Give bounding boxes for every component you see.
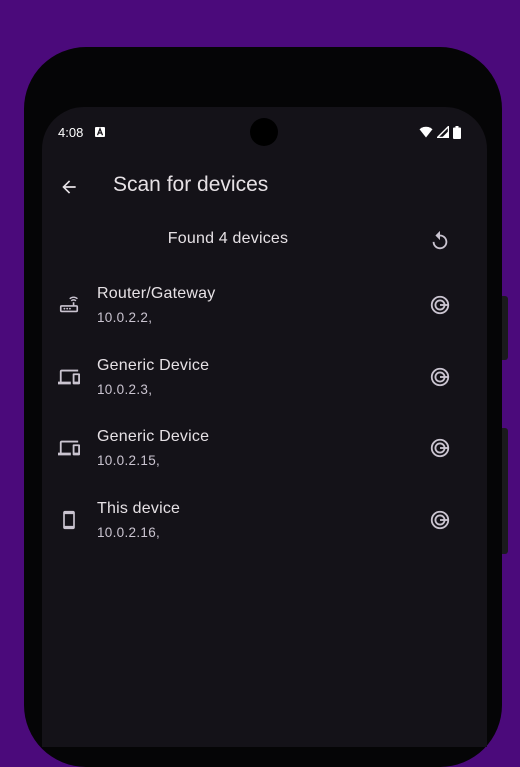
- target-icon: [429, 437, 451, 459]
- device-ip: 10.0.2.16,: [97, 525, 161, 541]
- notification-a-icon: [95, 127, 105, 137]
- refresh-button[interactable]: [427, 228, 453, 254]
- status-time: 4:08: [58, 125, 84, 140]
- power-button: [502, 296, 508, 360]
- devices-icon: [55, 434, 83, 462]
- target-icon: [429, 366, 451, 388]
- volume-button: [502, 428, 508, 554]
- device-ip: 10.0.2.2,: [97, 310, 153, 325]
- arrow-back-icon: [59, 177, 79, 197]
- front-camera: [250, 118, 278, 146]
- back-button[interactable]: [55, 173, 83, 201]
- device-name: Router/Gateway: [97, 285, 216, 302]
- cellular-icon: [437, 126, 449, 138]
- list-item[interactable]: This device 10.0.2.16,: [42, 484, 487, 556]
- router-icon: [55, 291, 83, 319]
- ping-button[interactable]: [426, 291, 454, 319]
- target-icon: [429, 509, 451, 531]
- battery-icon: [453, 125, 461, 139]
- ping-button[interactable]: [426, 363, 454, 391]
- device-name: This device: [97, 500, 181, 518]
- target-icon: [429, 294, 451, 316]
- refresh-icon: [429, 230, 451, 252]
- status-bar: 4:08: [42, 107, 487, 157]
- list-item[interactable]: Generic Device 10.0.2.15,: [42, 412, 487, 484]
- device-list: Router/Gateway 10.0.2.2, Generic Device …: [42, 269, 487, 556]
- ping-button[interactable]: [426, 434, 454, 462]
- device-name: Generic Device: [97, 356, 210, 374]
- wifi-icon: [419, 126, 433, 138]
- page-title: Scan for devices: [113, 173, 269, 196]
- found-devices-label: Found 4 devices: [167, 230, 289, 247]
- list-item[interactable]: Router/Gateway 10.0.2.2,: [42, 269, 487, 341]
- list-item[interactable]: Generic Device 10.0.2.3,: [42, 341, 487, 413]
- device-ip: 10.0.2.3,: [97, 381, 153, 397]
- device-name: Generic Device: [97, 428, 210, 446]
- scan-summary: Found 4 devices: [42, 220, 487, 260]
- device-ip: 10.0.2.15,: [97, 453, 161, 469]
- top-app-bar: Scan for devices: [42, 157, 487, 213]
- app-screen: 4:08 Scan for devices Found 4 devices Ro…: [42, 107, 487, 747]
- smartphone-icon: [55, 506, 83, 534]
- system-icons: [419, 125, 461, 139]
- devices-icon: [55, 363, 83, 391]
- ping-button[interactable]: [426, 506, 454, 534]
